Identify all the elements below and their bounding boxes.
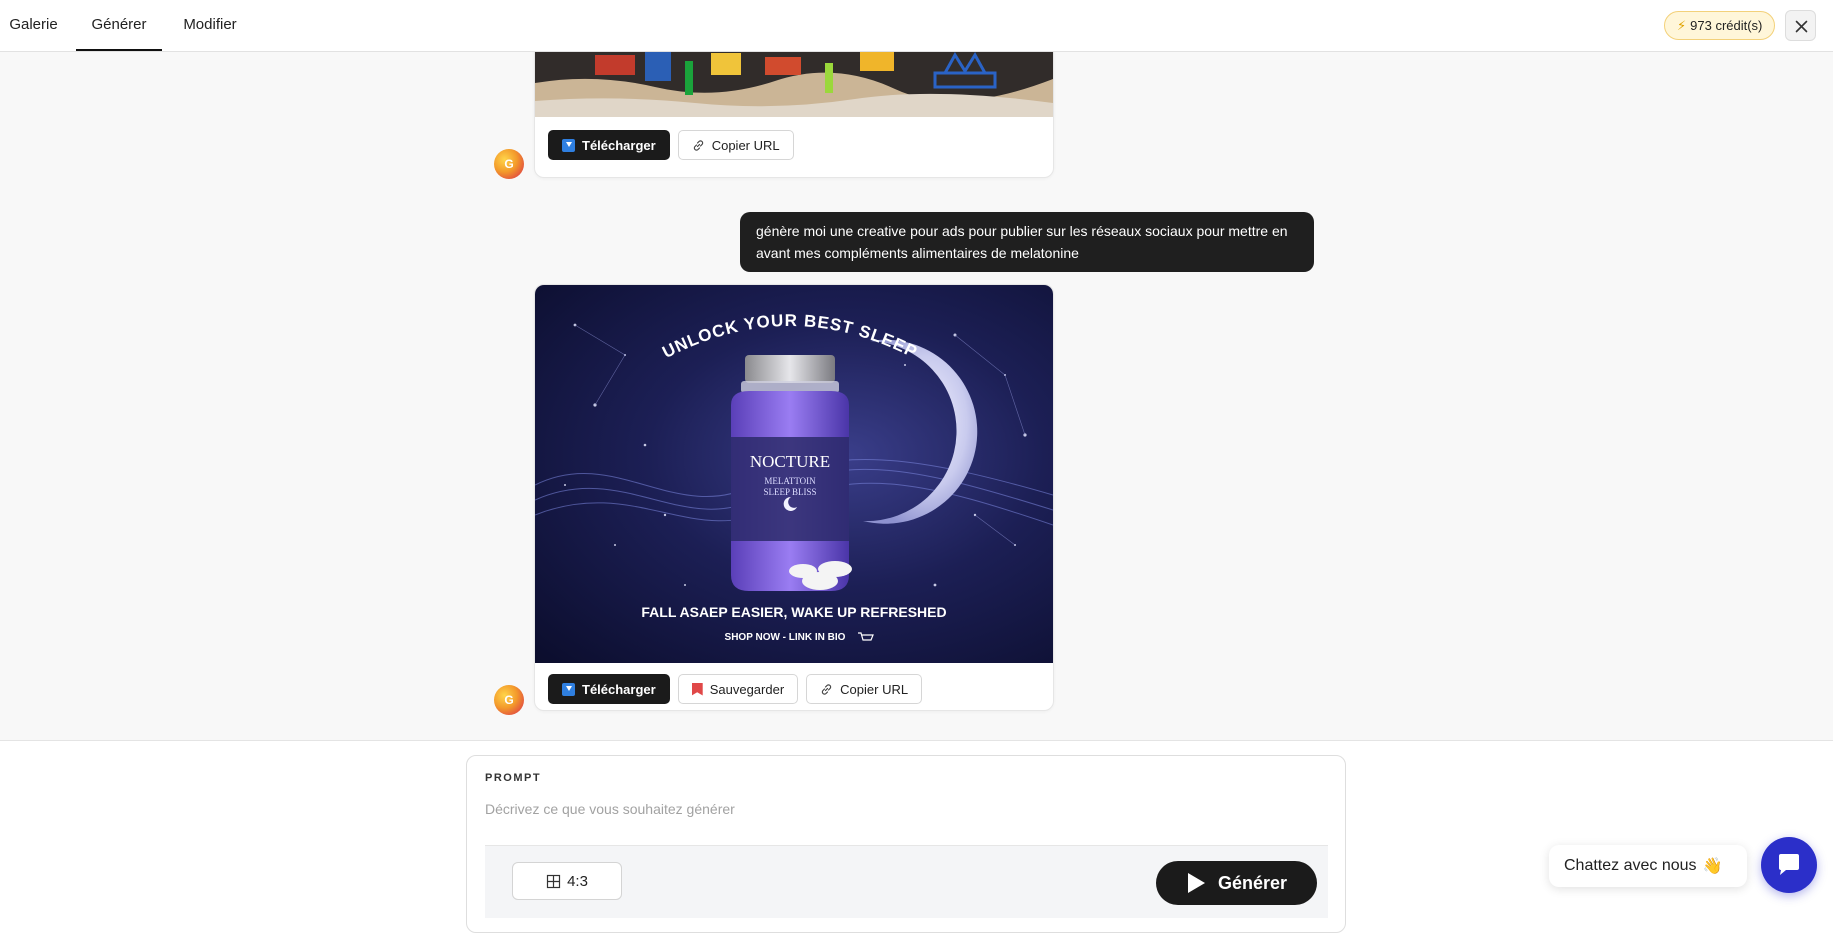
- tab-generer[interactable]: Générer: [76, 0, 162, 51]
- user-message: génère moi une creative pour ads pour pu…: [740, 212, 1314, 272]
- ad-tagline: FALL ASAEP EASIER, WAKE UP REFRESHED: [641, 604, 946, 620]
- credits-count: 973 crédit(s): [1690, 18, 1763, 33]
- chat-with-us-pill[interactable]: Chattez avec nous 👋: [1549, 845, 1747, 887]
- cart-icon: [858, 632, 874, 641]
- grid-icon: [546, 874, 561, 888]
- bolt-icon: ⚡: [1677, 18, 1687, 33]
- ad-subtitle-2: SLEEP BLISS: [764, 487, 817, 497]
- copy-url-button[interactable]: Copier URL: [677, 130, 794, 160]
- link-icon: [822, 683, 832, 695]
- graffiti-artwork: [535, 52, 1053, 117]
- top-nav: Galerie Générer Modifier ⚡ 973 crédit(s): [0, 0, 1833, 52]
- ad-brand: NOCTURE: [750, 452, 830, 471]
- ad-cta: SHOP NOW - LINK IN BIO: [725, 632, 846, 643]
- close-icon: [1795, 20, 1808, 33]
- aspect-ratio-button[interactable]: 4:3: [512, 862, 622, 900]
- ad-subtitle-1: MELATTOIN: [764, 476, 816, 486]
- copy-url-label: Copier URL: [840, 681, 909, 697]
- wave-emoji-icon: 👋: [1702, 858, 1723, 875]
- message-2-actions: Télécharger Sauvegarder Copier URL: [535, 674, 923, 704]
- generated-image-2[interactable]: UNLOCK YOUR BEST SLEEP NOCTURE MELATTOIN…: [535, 285, 1053, 663]
- ad-headline: UNLOCK YOUR BEST SLEEP: [659, 311, 919, 362]
- assistant-avatar: G: [494, 685, 524, 715]
- bookmark-icon: [691, 682, 703, 696]
- download-label: Télécharger: [582, 681, 656, 697]
- save-button[interactable]: Sauvegarder: [677, 674, 799, 704]
- prompt-toolbar: 4:3 Générer: [485, 845, 1328, 918]
- assistant-message-2: UNLOCK YOUR BEST SLEEP NOCTURE MELATTOIN…: [534, 284, 1054, 711]
- download-button[interactable]: Télécharger: [548, 674, 670, 704]
- close-button[interactable]: [1785, 10, 1816, 41]
- download-button[interactable]: Télécharger: [548, 130, 670, 160]
- download-label: Télécharger: [582, 137, 656, 153]
- chat-thread: Télécharger Copier URL G génère moi une …: [0, 52, 1833, 740]
- copy-url-label: Copier URL: [711, 137, 780, 153]
- aspect-ratio-value: 4:3: [567, 872, 588, 890]
- download-icon: [562, 138, 575, 152]
- prompt-label: PROMPT: [485, 772, 542, 784]
- copy-url-button[interactable]: Copier URL: [806, 674, 923, 704]
- prompt-card: PROMPT 4:3 Générer: [466, 755, 1346, 933]
- svg-text:UNLOCK YOUR BEST SLEEP: UNLOCK YOUR BEST SLEEP: [659, 311, 920, 362]
- chat-with-us-label: Chattez avec nous: [1564, 857, 1697, 874]
- tab-galerie[interactable]: Galerie: [0, 0, 67, 51]
- generate-label: Générer: [1217, 872, 1288, 893]
- assistant-avatar: G: [494, 149, 524, 179]
- chat-launcher-button[interactable]: [1761, 837, 1817, 893]
- tab-modifier[interactable]: Modifier: [172, 0, 248, 51]
- credits-badge: ⚡ 973 crédit(s): [1664, 11, 1776, 40]
- message-1-actions: Télécharger Copier URL: [535, 130, 794, 160]
- play-icon: [1187, 873, 1205, 893]
- generate-button[interactable]: Générer: [1156, 861, 1317, 905]
- prompt-panel: PROMPT 4:3 Générer: [0, 740, 1833, 944]
- save-label: Sauvegarder: [709, 681, 785, 697]
- prompt-input[interactable]: [485, 794, 1325, 824]
- link-icon: [693, 139, 703, 151]
- assistant-message-1: Télécharger Copier URL: [534, 52, 1054, 178]
- download-icon: [562, 682, 575, 696]
- generated-image-1[interactable]: [535, 52, 1053, 117]
- chat-bubble-icon: [1779, 854, 1799, 875]
- melatonin-ad-artwork: UNLOCK YOUR BEST SLEEP NOCTURE MELATTOIN…: [535, 311, 1053, 643]
